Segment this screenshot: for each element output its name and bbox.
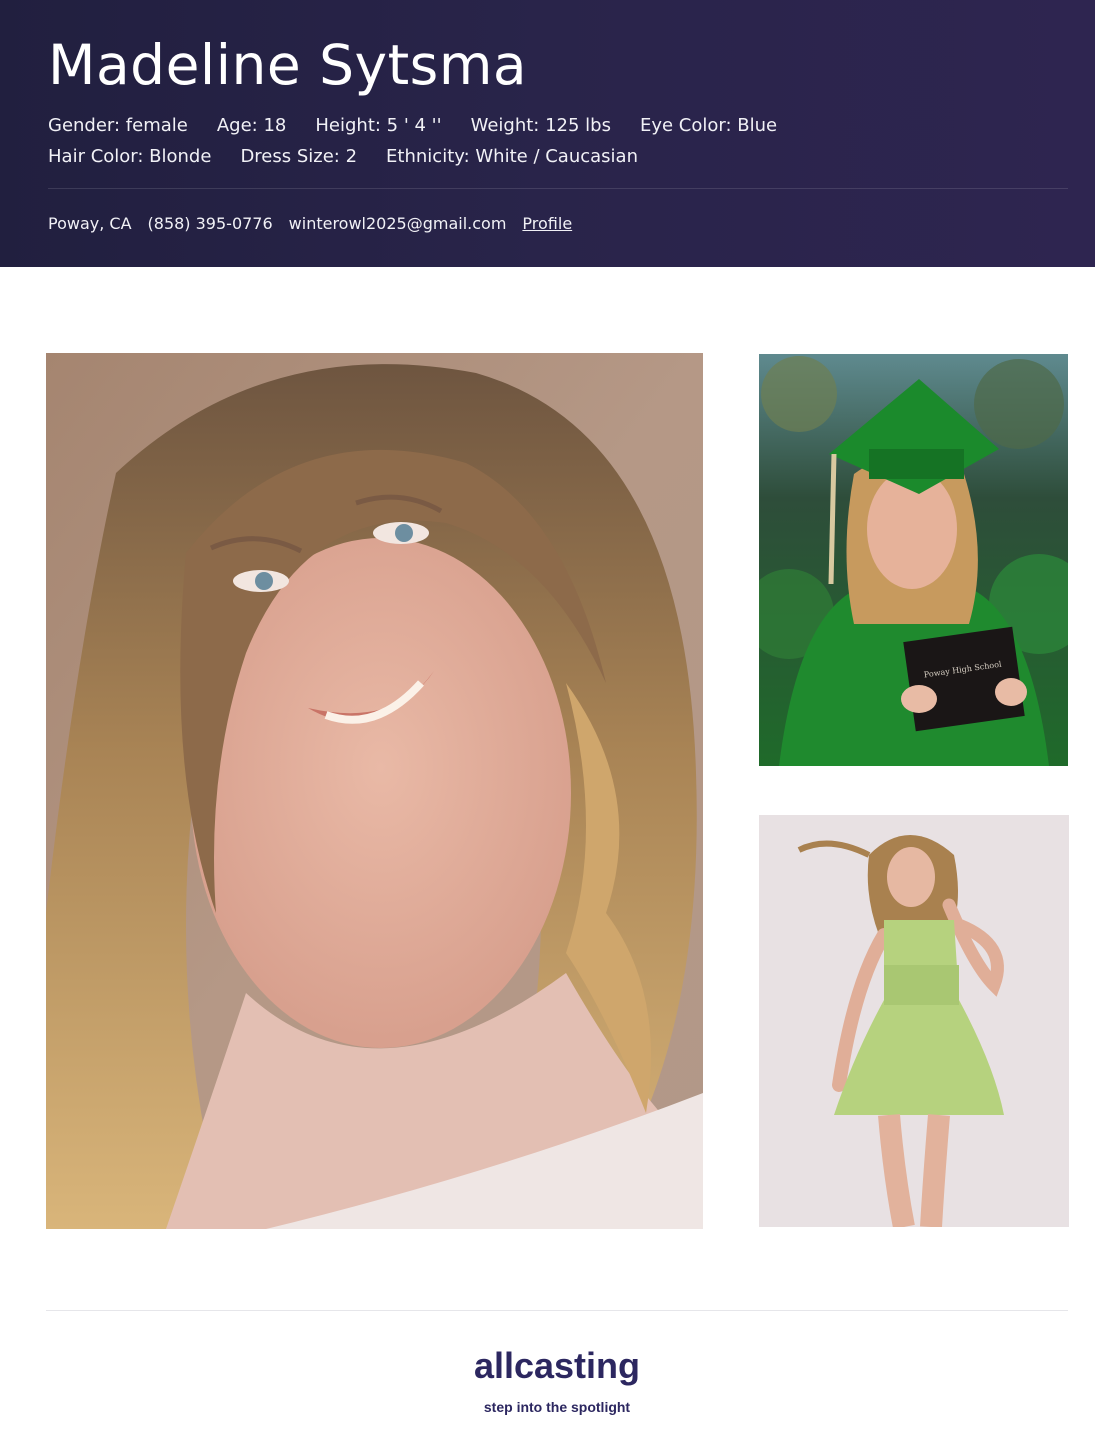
attr-dress-size: Dress Size: 2 <box>240 146 358 167</box>
footer-divider <box>46 1310 1068 1311</box>
profile-name: Madeline Sytsma <box>48 33 528 97</box>
attr-hair-color: Hair Color: Blonde <box>48 146 212 167</box>
profile-link[interactable]: Profile <box>522 214 572 234</box>
attributes-row-2: Hair Color: Blonde Dress Size: 2 Ethnici… <box>48 146 667 168</box>
attr-height: Height: 5 ' 4 '' <box>315 115 442 136</box>
allcasting-logo: allcasting step into the spotlight <box>447 1340 667 1420</box>
headshot-photo <box>46 353 703 1229</box>
profile-header: Madeline Sytsma Gender: female Age: 18 H… <box>0 0 1095 267</box>
contact-location: Poway, CA <box>48 214 132 233</box>
green-dress-photo <box>759 815 1069 1227</box>
attr-gender: Gender: female <box>48 115 188 136</box>
header-divider <box>48 188 1068 189</box>
attr-eye-color: Eye Color: Blue <box>639 115 778 136</box>
logo-tagline: step into the spotlight <box>484 1399 631 1415</box>
logo-text: allcasting <box>474 1345 640 1386</box>
attr-weight: Weight: 125 lbs <box>470 115 611 136</box>
attr-age: Age: 18 <box>216 115 287 136</box>
contact-email: winterowl2025@gmail.com <box>288 214 507 233</box>
attr-ethnicity: Ethnicity: White / Caucasian <box>386 146 638 167</box>
contact-info: Poway, CA (858) 395-0776 winterowl2025@g… <box>48 214 588 234</box>
attributes-row-1: Gender: female Age: 18 Height: 5 ' 4 '' … <box>48 115 806 137</box>
contact-phone: (858) 395-0776 <box>147 214 273 233</box>
graduation-photo: Poway High School <box>759 354 1068 766</box>
